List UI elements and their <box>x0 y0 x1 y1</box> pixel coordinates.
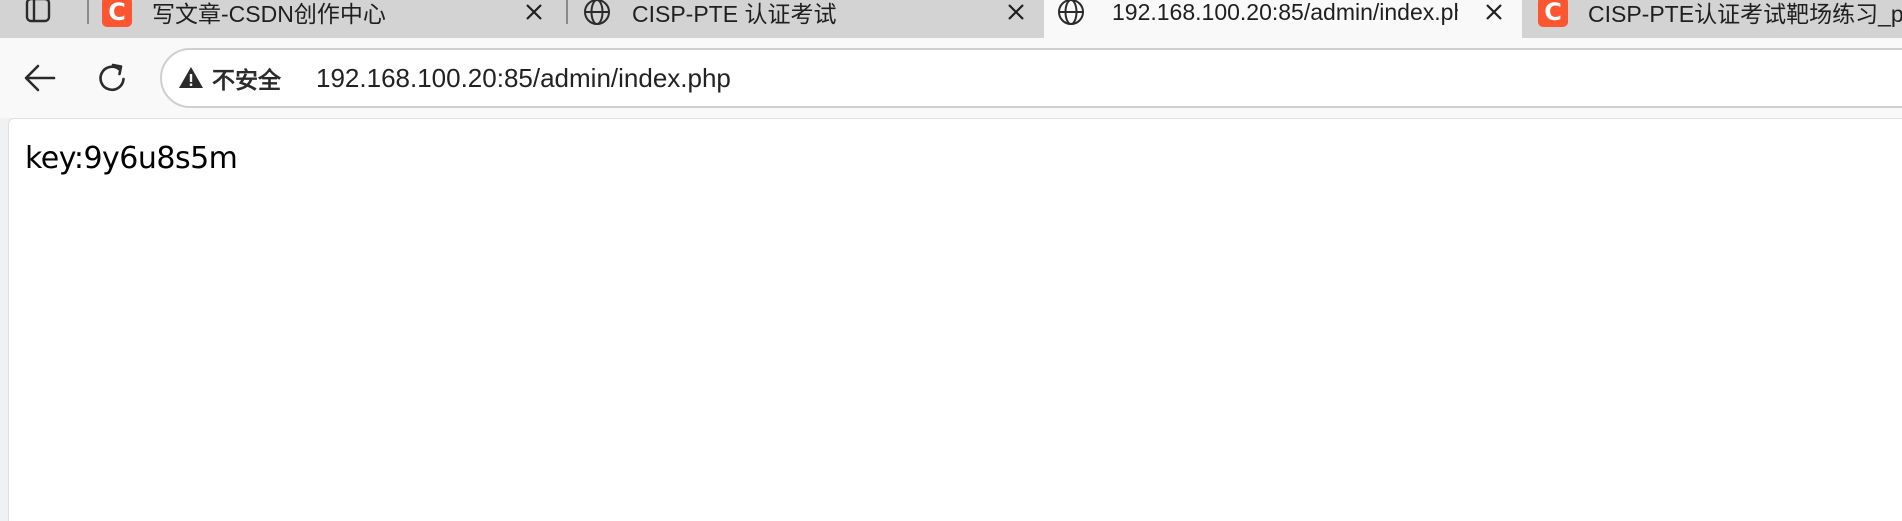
close-tab-button[interactable] <box>1480 0 1508 26</box>
close-icon <box>1008 4 1024 20</box>
vertical-tabs-button[interactable] <box>18 0 58 30</box>
site-info-button[interactable]: 不安全 <box>178 50 281 106</box>
reload-button[interactable] <box>88 54 136 102</box>
tab-csdn-write[interactable]: C 写文章-CSDN创作中心 <box>88 0 566 38</box>
tab-cisp-pte-practice[interactable]: C CISP-PTE认证考试靶场练习_p <box>1524 0 1902 38</box>
reload-icon <box>99 63 125 92</box>
browser-window: C 写文章-CSDN创作中心 CISP-PTE 认证考试 192.168.100… <box>0 0 1902 521</box>
tab-title: CISP-PTE 认证考试 <box>632 1 837 27</box>
csdn-icon: C <box>1538 0 1568 27</box>
csdn-icon: C <box>102 0 132 27</box>
close-tab-button[interactable] <box>1002 0 1030 26</box>
tab-strip: C 写文章-CSDN创作中心 CISP-PTE 认证考试 192.168.100… <box>0 0 1902 38</box>
address-bar[interactable]: 不安全 192.168.100.20:85/admin/index.php <box>160 48 1902 108</box>
close-tab-button[interactable] <box>520 0 548 26</box>
url-text[interactable]: 192.168.100.20:85/admin/index.php <box>316 50 731 106</box>
key-text: key:9y6u8s5m <box>25 141 238 176</box>
back-button[interactable] <box>16 54 64 102</box>
tab-title: 192.168.100.20:85/admin/index.php <box>1112 0 1458 25</box>
tab-title: 写文章-CSDN创作中心 <box>152 1 386 27</box>
warning-icon <box>179 67 203 88</box>
tab-cisp-pte[interactable]: CISP-PTE 认证考试 <box>568 0 1044 38</box>
sidebar-icon <box>25 0 51 23</box>
close-icon <box>526 4 542 20</box>
tab-admin-index[interactable]: 192.168.100.20:85/admin/index.php <box>1044 0 1522 38</box>
not-secure-label: 不安全 <box>212 67 281 93</box>
globe-icon <box>582 0 612 27</box>
close-icon <box>1486 4 1502 20</box>
browser-toolbar: 不安全 192.168.100.20:85/admin/index.php <box>0 38 1902 118</box>
tab-title: CISP-PTE认证考试靶场练习_p <box>1588 1 1902 27</box>
back-arrow-icon <box>24 64 56 92</box>
globe-icon <box>1056 0 1086 27</box>
page-content: key:9y6u8s5m <box>8 118 1902 521</box>
